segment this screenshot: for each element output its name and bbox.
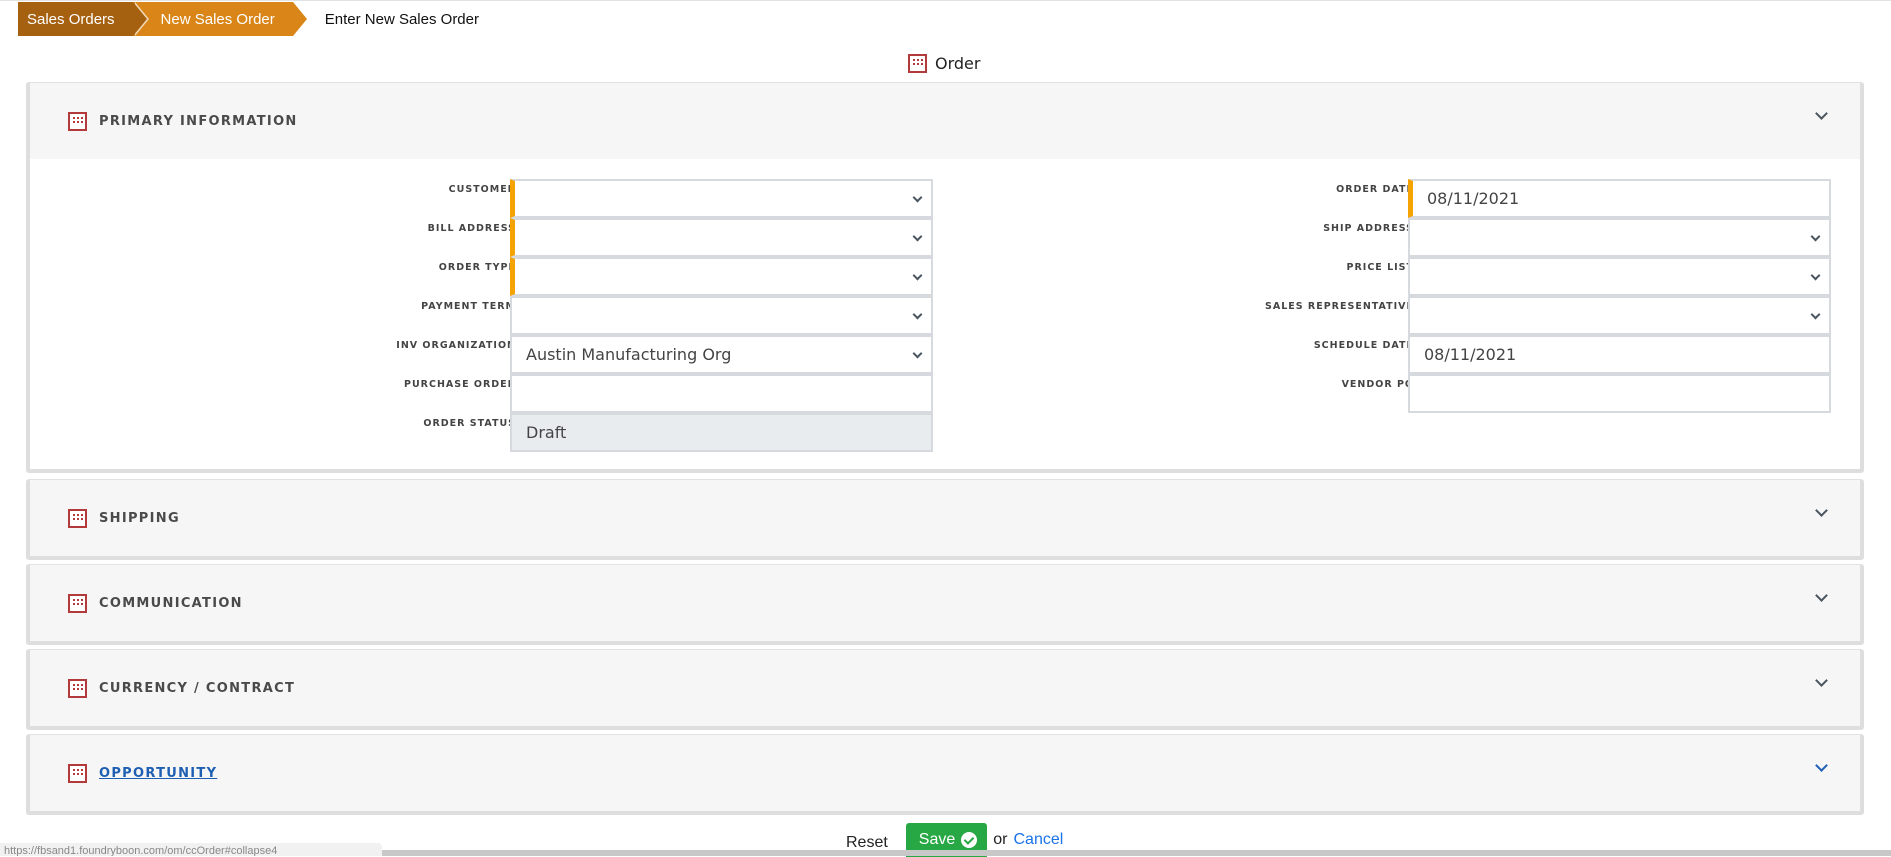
section-header-currency-contract[interactable]: CURRENCY / CONTRACT xyxy=(30,650,1860,726)
sales-representative-select[interactable] xyxy=(1408,296,1831,335)
vendor-po-input[interactable] xyxy=(1408,374,1831,413)
customer-select[interactable] xyxy=(510,179,933,218)
chevron-down-icon xyxy=(912,348,923,359)
customer-label: CUSTOMER xyxy=(448,184,516,195)
order-status-value: Draft xyxy=(526,423,567,442)
section-title: CURRENCY / CONTRACT xyxy=(99,680,296,696)
form-title: Order xyxy=(908,54,980,73)
grid-icon xyxy=(68,508,87,528)
section-title: SHIPPING xyxy=(99,510,180,526)
payment-term-select[interactable] xyxy=(510,296,933,335)
chevron-down-icon xyxy=(912,270,923,281)
bill-address-label: BILL ADDRESS xyxy=(427,223,516,234)
grid-icon xyxy=(68,678,87,698)
save-label: Save xyxy=(918,831,956,848)
inv-organization-value: Austin Manufacturing Org xyxy=(526,345,732,364)
section-header-opportunity[interactable]: OPPORTUNITY xyxy=(30,735,1860,811)
ship-address-select[interactable] xyxy=(1408,218,1831,257)
sales-representative-label: SALES REPRESENTATIVE xyxy=(1265,301,1414,312)
section-title: PRIMARY INFORMATION xyxy=(99,113,298,129)
section-communication: COMMUNICATION xyxy=(26,564,1864,645)
chevron-down-icon xyxy=(1810,270,1821,281)
cancel-link[interactable]: Cancel xyxy=(1014,831,1064,849)
chevron-down-icon[interactable] xyxy=(1815,759,1828,772)
price-list-label: PRICE LIST xyxy=(1346,262,1414,273)
primary-information-body: CUSTOMER BILL ADDRESS ORDER TYPE PAYMENT… xyxy=(30,159,1860,469)
chevron-down-icon xyxy=(1810,309,1821,320)
order-status-label: ORDER STATUS xyxy=(423,418,516,429)
top-border xyxy=(0,0,1891,1)
grid-icon xyxy=(68,111,87,131)
section-primary-information: PRIMARY INFORMATION CUSTOMER BILL ADDRES… xyxy=(26,82,1864,473)
purchase-order-input[interactable] xyxy=(510,374,933,413)
form-title-text: Order xyxy=(935,54,981,73)
order-date-label: ORDER DATE xyxy=(1336,184,1414,195)
chevron-down-icon xyxy=(912,231,923,242)
ship-address-label: SHIP ADDRESS xyxy=(1323,223,1414,234)
chevron-down-icon[interactable] xyxy=(1815,589,1828,602)
form-actions: Reset Save or Cancel xyxy=(846,822,1064,857)
grid-icon xyxy=(68,763,87,783)
chevron-down-icon xyxy=(912,192,923,203)
section-header-shipping[interactable]: SHIPPING xyxy=(30,480,1860,556)
schedule-date-input[interactable]: 08/11/2021 xyxy=(1408,335,1831,374)
breadcrumb-current: Enter New Sales Order xyxy=(324,10,479,28)
chevron-down-icon xyxy=(1810,231,1821,242)
order-status-field: Draft xyxy=(510,413,933,452)
breadcrumb: Sales Orders New Sales Order Enter New S… xyxy=(18,2,479,36)
schedule-date-label: SCHEDULE DATE xyxy=(1313,340,1414,351)
breadcrumb-new-sales-order[interactable]: New Sales Order xyxy=(132,2,308,36)
section-title: COMMUNICATION xyxy=(99,595,243,611)
price-list-select[interactable] xyxy=(1408,257,1831,296)
inv-organization-select[interactable]: Austin Manufacturing Org xyxy=(510,335,933,374)
vendor-po-label: VENDOR PO xyxy=(1341,379,1414,390)
payment-term-label: PAYMENT TERM xyxy=(421,301,516,312)
schedule-date-value: 08/11/2021 xyxy=(1424,345,1517,364)
section-opportunity: OPPORTUNITY xyxy=(26,734,1864,815)
grid-icon xyxy=(908,54,927,73)
chevron-down-icon xyxy=(912,309,923,320)
section-currency-contract: CURRENCY / CONTRACT xyxy=(26,649,1864,730)
check-circle-icon xyxy=(961,832,978,848)
purchase-order-label: PURCHASE ORDER xyxy=(404,379,516,390)
order-type-label: ORDER TYPE xyxy=(438,262,516,273)
bill-address-select[interactable] xyxy=(510,218,933,257)
inv-organization-label: INV ORGANIZATION xyxy=(396,340,516,351)
grid-icon xyxy=(68,593,87,613)
order-type-select[interactable] xyxy=(510,257,933,296)
order-date-value: 08/11/2021 xyxy=(1427,189,1520,208)
section-header-primary-information[interactable]: PRIMARY INFORMATION xyxy=(30,83,1860,159)
section-title-link[interactable]: OPPORTUNITY xyxy=(99,766,217,781)
breadcrumb-sales-orders[interactable]: Sales Orders xyxy=(18,2,149,36)
or-text: or xyxy=(993,831,1008,848)
chevron-down-icon[interactable] xyxy=(1815,674,1828,687)
order-date-input[interactable]: 08/11/2021 xyxy=(1408,179,1831,218)
section-header-communication[interactable]: COMMUNICATION xyxy=(30,565,1860,641)
section-shipping: SHIPPING xyxy=(26,479,1864,560)
chevron-down-icon[interactable] xyxy=(1815,107,1828,120)
chevron-down-icon[interactable] xyxy=(1815,504,1828,517)
status-bar-url: https://fbsand1.foundryboon.com/om/ccOrd… xyxy=(0,843,382,856)
